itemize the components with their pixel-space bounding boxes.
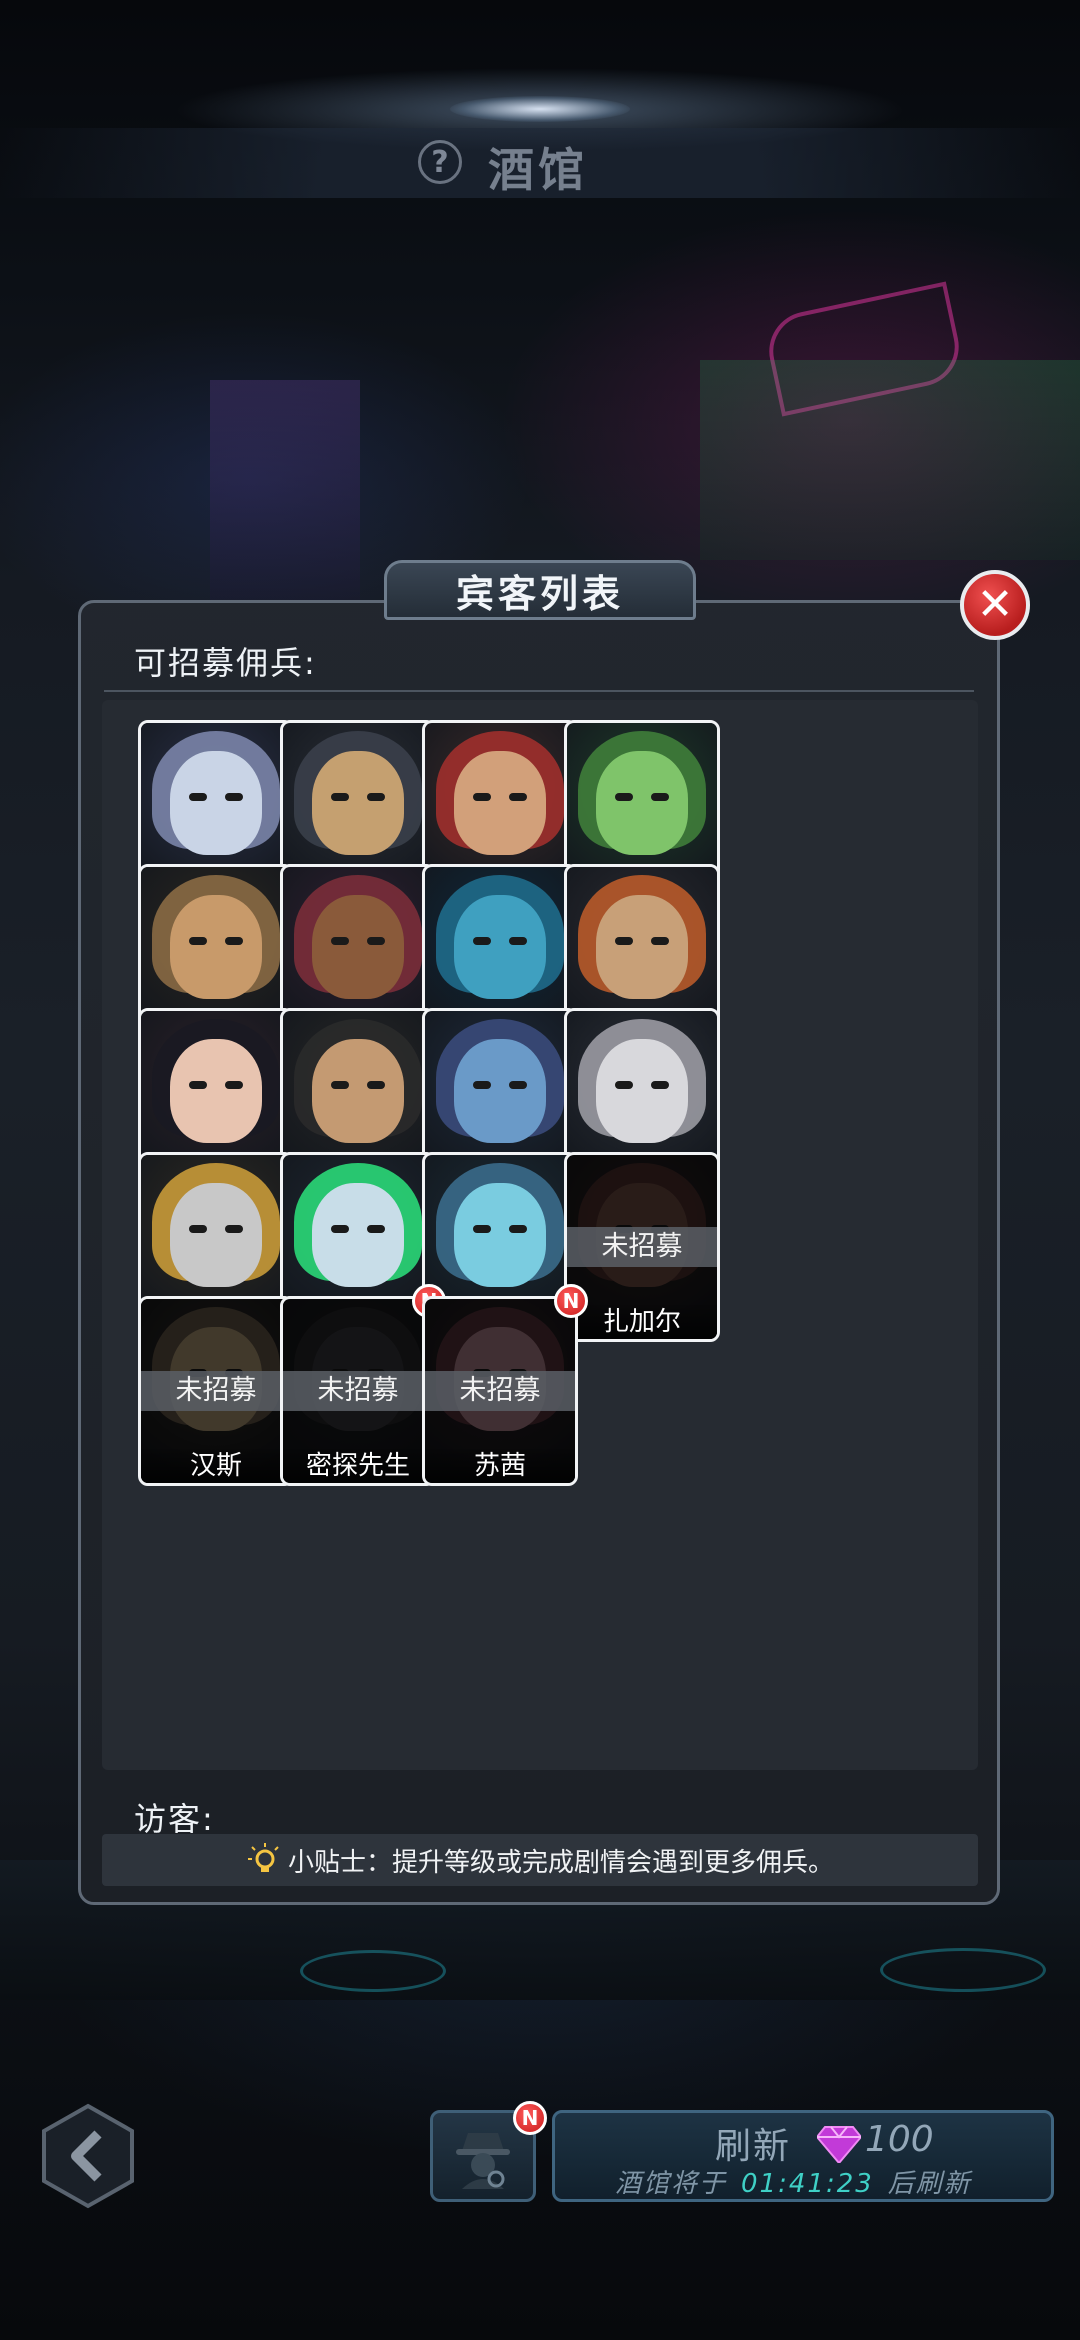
back-arrow-icon xyxy=(42,2103,134,2209)
refresh-cost: 100 xyxy=(865,2119,934,2160)
hero-card[interactable]: 未招募 苏茜 xyxy=(422,1296,578,1486)
bar-shelf-decoration xyxy=(700,360,1080,560)
refresh-button[interactable]: 刷新 100 酒馆将于 01:41:23 后刷新 xyxy=(552,2110,1054,2202)
not-recruited-label: 未招募 xyxy=(141,1371,291,1411)
spy-new-badge: N xyxy=(513,2101,547,2135)
hero-name: 密探先生 xyxy=(283,1449,433,1483)
hero-name: 苏茜 xyxy=(425,1449,575,1483)
floor-light-decoration xyxy=(880,1948,1046,1992)
hero-card[interactable]: 未招募 密探先生 xyxy=(280,1296,436,1486)
new-badge: N xyxy=(554,1284,588,1318)
panel-title: 宾客列表 xyxy=(455,571,624,616)
not-recruited-label: 未招募 xyxy=(567,1227,717,1267)
hero-grid: 珀西艾拉克蕾汀麦克斯吉伦斯戴恩莫赛诺斯吉洛云雀谢必安巴拉格辛德亨特三藏迪迪害羞未… xyxy=(102,700,978,1770)
timer-prefix: 酒馆将于 xyxy=(615,2169,728,2199)
bulb-icon xyxy=(246,1843,280,1877)
panel-title-tab: 宾客列表 xyxy=(384,560,696,620)
section-divider xyxy=(104,690,974,692)
close-button[interactable]: ✕ xyxy=(960,570,1030,640)
ceiling-light xyxy=(450,96,630,122)
recruitable-label: 可招募佣兵: xyxy=(134,644,317,682)
hero-name: 扎加尔 xyxy=(567,1305,717,1339)
back-button[interactable] xyxy=(38,2102,138,2210)
hero-name: 汉斯 xyxy=(141,1449,291,1483)
refresh-timer: 酒馆将于 01:41:23 后刷新 xyxy=(615,2163,972,2200)
floor-light-decoration xyxy=(300,1950,446,1992)
hero-card[interactable]: 未招募 汉斯 xyxy=(138,1296,294,1486)
timer-suffix: 后刷新 xyxy=(887,2169,972,2199)
not-recruited-label: 未招募 xyxy=(283,1371,433,1411)
help-icon[interactable]: ? xyxy=(418,140,462,184)
gem-icon xyxy=(817,2126,861,2163)
not-recruited-label: 未招募 xyxy=(425,1371,575,1411)
hero-card[interactable]: 未招募 扎加尔 xyxy=(564,1152,720,1342)
refresh-label: 刷新 xyxy=(715,2126,792,2167)
close-icon: ✕ xyxy=(976,579,1014,630)
screen-title: 酒馆 xyxy=(488,143,588,197)
timer-value: 01:41:23 xyxy=(741,2169,874,2199)
tip-text: 小贴士：提升等级或完成剧情会遇到更多佣兵。 xyxy=(287,1847,834,1878)
stage-decoration xyxy=(210,380,360,600)
spy-icon xyxy=(456,2133,510,2189)
spy-button[interactable]: N xyxy=(430,2101,547,2202)
tip-bar: 小贴士：提升等级或完成剧情会遇到更多佣兵。 xyxy=(102,1834,978,1886)
